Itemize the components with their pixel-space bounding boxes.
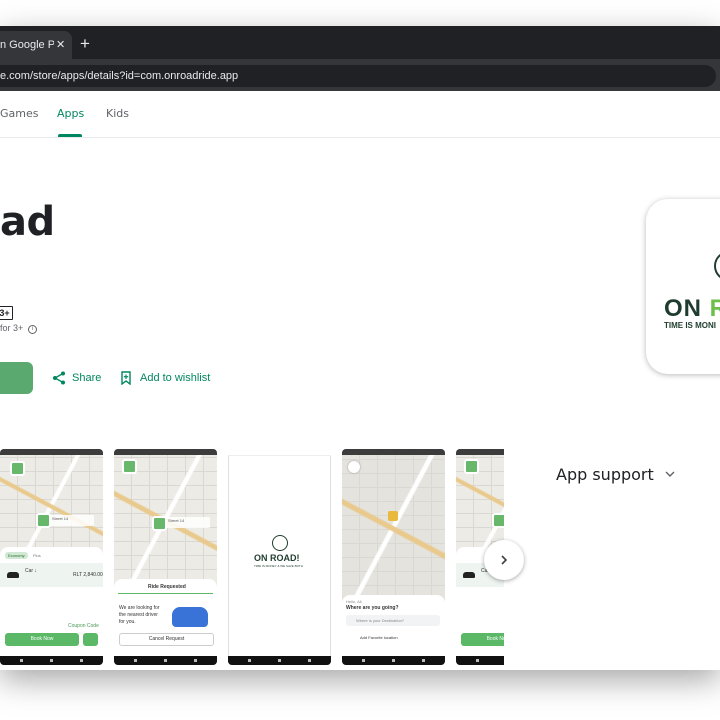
tab-plus[interactable]: Plus	[30, 552, 44, 559]
active-tab-indicator	[58, 134, 82, 137]
ride-requested-heading: Ride Requested	[148, 584, 186, 590]
schedule-button[interactable]	[83, 633, 98, 646]
screenshot-carousel: Street 14 Economy Plus Car ↓ RLT 2,840.0…	[0, 448, 504, 666]
destination-placeholder: Where is your Destination?	[356, 618, 405, 623]
content-rating-badge: 3+	[0, 306, 13, 320]
icon-word-a: ON	[664, 295, 710, 322]
app-support-heading[interactable]: App support	[556, 465, 654, 484]
logo-mark	[272, 535, 288, 551]
pickup-pin	[10, 461, 25, 476]
car-icon	[7, 572, 19, 578]
tab-economy[interactable]: Economy	[5, 552, 28, 559]
splash-logo: ON ROAD!	[254, 553, 300, 563]
screenshot-3[interactable]: ON ROAD! TIME IS MONEY & WE SAVE BOTH	[228, 449, 331, 665]
browser-tab[interactable]: n Google Pla ✕	[0, 31, 72, 59]
address-bar[interactable]: e.com/store/apps/details?id=com.onroadri…	[0, 65, 716, 87]
favorite-location[interactable]: Add Favorite location	[360, 635, 398, 640]
wishlist-label: Add to wishlist	[140, 372, 211, 384]
map-view	[342, 455, 445, 599]
destination-pin	[492, 513, 504, 528]
car-label: Car ↓	[25, 568, 37, 574]
app-icon: ON R TIME IS MONI	[646, 199, 720, 374]
status-bar	[228, 449, 331, 456]
android-nav-bar	[228, 656, 331, 665]
app-title: ad	[0, 199, 55, 245]
book-now-button[interactable]: Book Now	[461, 633, 504, 646]
destination-pin	[152, 516, 167, 531]
car-price: RLT 2,840.00	[73, 572, 103, 578]
top-nav: Games Apps Kids	[0, 91, 720, 138]
map-view: Street 14	[0, 455, 103, 555]
share-button[interactable]: Share	[52, 369, 101, 387]
icon-tagline: TIME IS MONI	[664, 321, 716, 330]
chevron-right-icon	[501, 555, 508, 565]
plus-icon[interactable]: +	[80, 34, 90, 54]
coupon-link[interactable]: Coupon Code	[68, 623, 99, 629]
logo-mark	[714, 251, 720, 281]
play-store-page: Games Apps Kids ad 3+ for 3+ i Share Add…	[0, 91, 720, 670]
progress-line	[118, 593, 213, 594]
car-icon	[463, 572, 475, 578]
pickup-pin	[122, 459, 137, 474]
bookmark-icon	[121, 371, 131, 385]
destination-question: Where are you going?	[346, 605, 399, 611]
screenshot-2[interactable]: Street 14 Ride Requested We are looking …	[114, 449, 217, 665]
tab-title: n Google Pla	[0, 39, 54, 51]
address-bar-row: e.com/store/apps/details?id=com.onroadri…	[0, 59, 720, 91]
cancel-request-button[interactable]: Cancel Request	[119, 633, 214, 646]
rated-for-text: for 3+	[0, 323, 24, 333]
carousel-next-button[interactable]	[484, 540, 524, 580]
install-button[interactable]	[0, 362, 33, 394]
destination-search[interactable]: Where is your Destination?	[346, 615, 440, 626]
splash-tagline: TIME IS MONEY & WE SAVE BOTH	[254, 564, 303, 568]
android-nav-bar	[0, 656, 103, 665]
icon-word-b: R	[709, 295, 720, 322]
share-icon	[53, 371, 65, 385]
destination-pin	[36, 513, 51, 528]
android-nav-bar	[456, 656, 504, 665]
book-now-button[interactable]: Book Now	[5, 633, 79, 646]
map-label: Street 14	[50, 515, 94, 526]
greeting: Hello, Ali	[346, 599, 362, 604]
nav-kids[interactable]: Kids	[106, 107, 129, 120]
current-location-marker	[388, 511, 398, 521]
wishlist-button[interactable]: Add to wishlist	[120, 369, 210, 387]
info-icon[interactable]: i	[27, 325, 37, 334]
chevron-down-icon[interactable]	[664, 468, 676, 480]
browser-window: n Google Pla ✕ + e.com/store/apps/detail…	[0, 26, 720, 670]
rated-for: for 3+ i	[0, 323, 37, 334]
pickup-pin	[464, 459, 479, 474]
tab-strip: n Google Pla ✕ +	[0, 26, 720, 59]
icon-wordmark: ON R	[664, 295, 720, 323]
ride-requested-sheet: Ride Requested We are looking for the ne…	[114, 579, 217, 656]
map-label: Street 14	[166, 517, 210, 528]
car-illustration	[172, 607, 208, 627]
close-icon[interactable]: ✕	[56, 31, 65, 59]
nav-games[interactable]: Games	[0, 107, 38, 120]
destination-sheet: Hello, Ali Where are you going? Where is…	[342, 595, 445, 656]
screenshot-4[interactable]: Hello, Ali Where are you going? Where is…	[342, 449, 445, 665]
map-view: Street 14	[114, 455, 217, 583]
nav-apps[interactable]: Apps	[57, 107, 84, 120]
android-nav-bar	[342, 656, 445, 665]
car-option[interactable]: Car ↓ RLT 2,840.00	[0, 563, 103, 587]
ride-message: We are looking for the nearest driver fo…	[119, 605, 160, 625]
share-label: Share	[72, 372, 102, 384]
screenshot-1[interactable]: Street 14 Economy Plus Car ↓ RLT 2,840.0…	[0, 449, 103, 665]
booking-sheet: Economy Plus Car ↓ RLT 2,840.00 Coupon C…	[0, 547, 103, 656]
menu-icon[interactable]	[348, 461, 360, 473]
android-nav-bar	[114, 656, 217, 665]
